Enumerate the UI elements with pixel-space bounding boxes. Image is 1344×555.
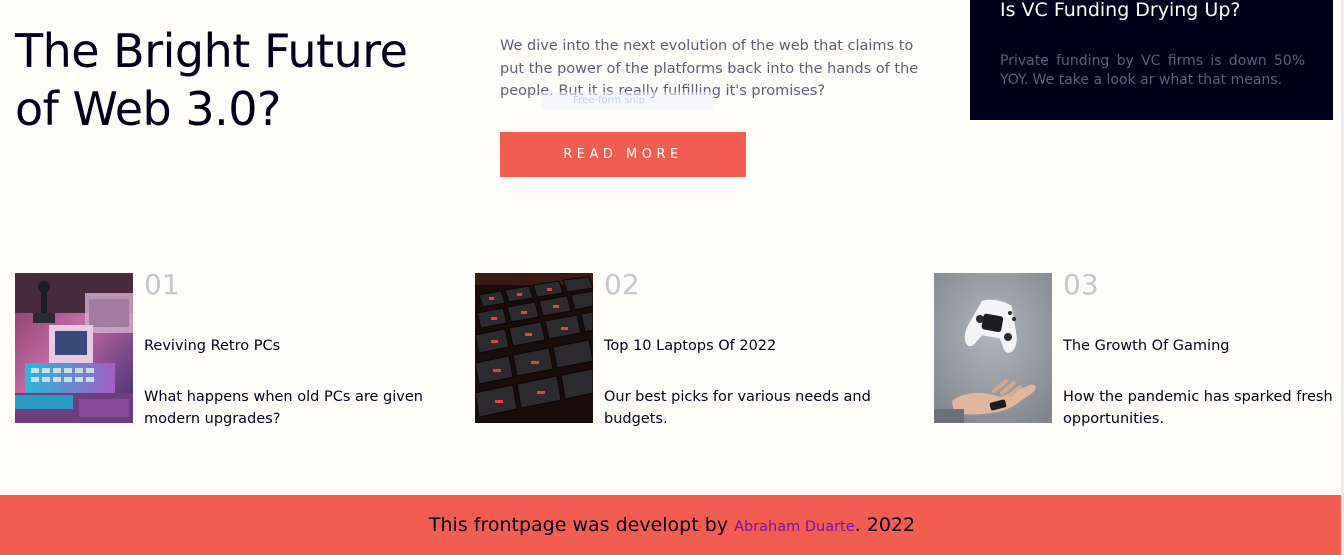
news-card-description: Private funding by VC firms is down 50% … (1000, 53, 1305, 88)
new-articles-card: Is VC Funding Drying Up? Private funding… (970, 0, 1333, 120)
homepage: The Bright Future of Web 3.0? We dive in… (0, 0, 1344, 555)
footer-text-prefix: This frontpage was developt by (428, 514, 735, 536)
retro-pc-image[interactable] (15, 273, 133, 423)
article-number: 03 (1063, 268, 1099, 301)
free-form-snip-overlay: Free-form snip (541, 92, 713, 110)
article-number: 01 (144, 268, 180, 301)
article-description: What happens when old PCs are given mode… (144, 389, 423, 427)
footer-text-suffix: . 2022 (854, 514, 916, 536)
article-number: 02 (604, 268, 640, 301)
article-description: Our best picks for various needs and bud… (604, 389, 871, 427)
author-link[interactable]: Abraham Duarte (734, 519, 855, 535)
news-card-title[interactable]: Is VC Funding Drying Up? (1000, 0, 1240, 24)
hero-title: The Bright Future of Web 3.0? (15, 24, 408, 136)
read-more-button[interactable]: READ MORE (500, 132, 746, 177)
laptop-keyboard-image[interactable] (475, 273, 593, 423)
article-title[interactable]: The Growth Of Gaming (1063, 336, 1344, 356)
article-title[interactable]: Top 10 Laptops Of 2022 (604, 336, 894, 356)
game-controller-image[interactable] (934, 273, 1052, 423)
article-title[interactable]: Reviving Retro PCs (144, 336, 434, 356)
article-description: How the pandemic has sparked fresh oppor… (1063, 389, 1333, 427)
footer: This frontpage was developt by Abraham D… (0, 495, 1344, 555)
